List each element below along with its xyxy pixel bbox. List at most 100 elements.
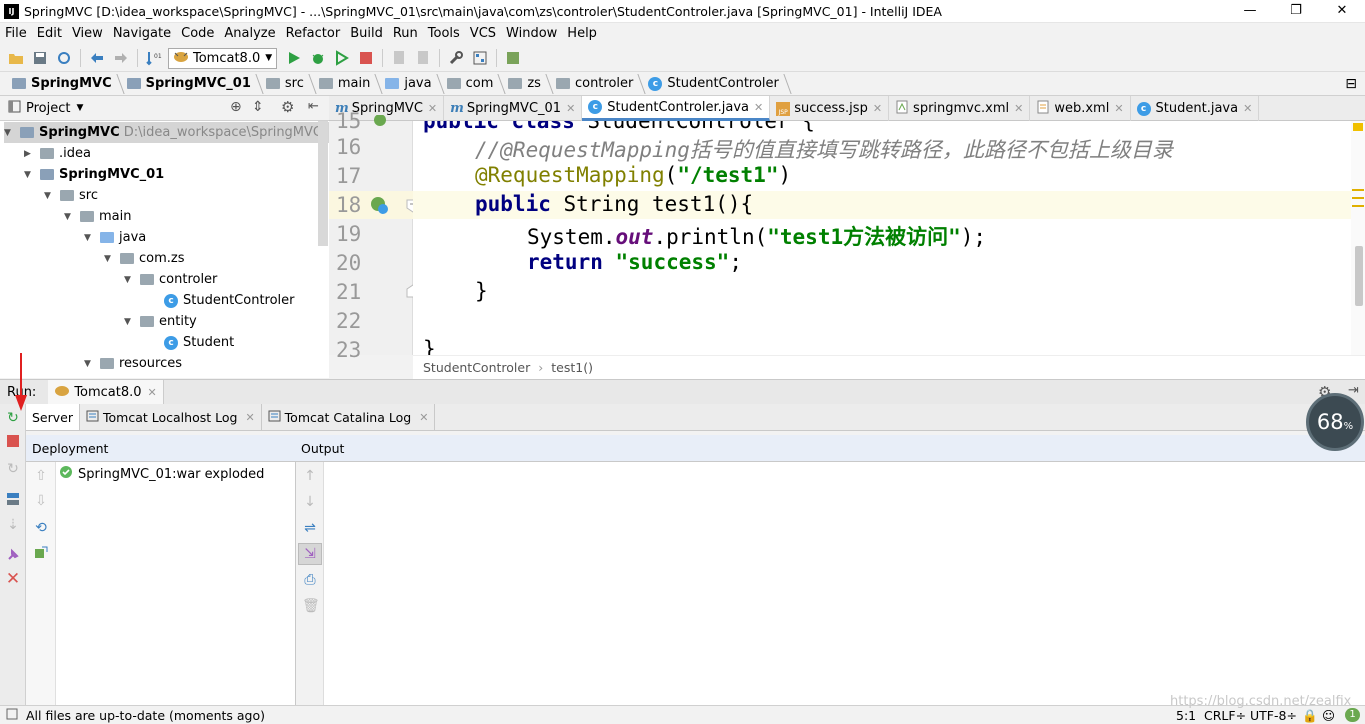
undeploy-icon[interactable]: ⇩	[33, 493, 49, 509]
tree-node-resources[interactable]: ▼ resources	[84, 353, 182, 374]
layout-toggle-icon[interactable]	[6, 708, 18, 723]
close-icon[interactable]: ✕	[428, 102, 437, 115]
locate-icon[interactable]: ⊕	[230, 99, 242, 115]
close-icon[interactable]: ✕	[1114, 102, 1123, 115]
up-arrow-icon[interactable]: ↑	[302, 468, 318, 484]
error-stripe-marker[interactable]	[1352, 205, 1364, 207]
breadcrumb-studentcontroler[interactable]: c StudentControler	[642, 72, 788, 96]
breadcrumb-main[interactable]: main	[313, 72, 379, 96]
update-application-icon[interactable]: ↻	[5, 461, 21, 477]
vcs-update-icon[interactable]	[390, 49, 408, 67]
breadcrumb-src[interactable]: src	[260, 72, 313, 96]
memory-indicator[interactable]: 68%	[1306, 393, 1364, 451]
tab-tomcat-catalina-log[interactable]: Tomcat Catalina Log ✕	[262, 404, 436, 430]
tab-run-tomcat[interactable]: Tomcat8.0 ✕	[48, 380, 164, 404]
maximize-button[interactable]: ❐	[1273, 0, 1319, 23]
vcs-commit-icon[interactable]	[414, 49, 432, 67]
breadcrumb-controler[interactable]: controler	[550, 72, 642, 96]
error-stripe-marker[interactable]	[1352, 189, 1364, 191]
tree-node-idea[interactable]: ▶ .idea	[24, 143, 91, 164]
open-folder-icon[interactable]	[7, 49, 25, 67]
stop-icon[interactable]	[357, 49, 375, 67]
warning-marker[interactable]	[1353, 123, 1363, 131]
breadcrumb-springmvc-01[interactable]: SpringMVC_01	[121, 72, 260, 96]
dump-threads-icon[interactable]: ⇣	[5, 517, 21, 533]
close-icon[interactable]: ✕	[566, 102, 575, 115]
debug-icon[interactable]	[309, 49, 327, 67]
sync-icon[interactable]	[55, 49, 73, 67]
soft-wrap-icon[interactable]: ⇌	[302, 520, 318, 536]
gear-icon[interactable]: ⚙	[281, 98, 294, 116]
deploy-icon[interactable]: ⇧	[33, 468, 49, 484]
pin-tab-icon[interactable]	[5, 548, 21, 564]
menu-code[interactable]: Code	[176, 23, 219, 45]
tab-student-java[interactable]: c Student.java ✕	[1131, 96, 1260, 121]
menu-vcs[interactable]: VCS	[465, 23, 501, 45]
tab-springmvc-01[interactable]: m SpringMVC_01 ✕	[444, 96, 583, 121]
scroll-thumb[interactable]	[1355, 246, 1363, 306]
collapse-all-icon[interactable]: ⇕	[252, 99, 264, 115]
menu-window[interactable]: Window	[501, 23, 562, 45]
breadcrumb-springmvc[interactable]: SpringMVC	[6, 72, 121, 96]
hide-panel-icon[interactable]: ⇤	[308, 99, 319, 114]
close-icon[interactable]: ✕	[148, 386, 157, 399]
project-structure-icon[interactable]	[471, 49, 489, 67]
tree-node-student[interactable]: c Student	[164, 332, 234, 353]
tree-node-com-zs[interactable]: ▼ com.zs	[104, 248, 185, 269]
save-all-icon[interactable]	[31, 49, 49, 67]
close-icon[interactable]: ✕	[754, 101, 763, 114]
sdk-icon[interactable]	[504, 49, 522, 67]
inspector-icon[interactable]: ☺	[1322, 708, 1335, 723]
close-icon[interactable]: ✕	[1243, 102, 1252, 115]
spring-request-mapping-icon[interactable]	[370, 196, 390, 220]
scroll-to-end-icon[interactable]: ⇲	[302, 546, 318, 562]
close-icon[interactable]: ✕	[1014, 102, 1023, 115]
tree-scrollbar[interactable]	[318, 121, 328, 246]
tree-node-src[interactable]: ▼ src	[44, 185, 98, 206]
stop-icon[interactable]	[5, 435, 21, 451]
layout-icon[interactable]	[5, 492, 21, 508]
tree-node-springmvc[interactable]: ▼ SpringMVC D:\idea_workspace\SpringMVC	[4, 122, 329, 143]
menu-help[interactable]: Help	[562, 23, 602, 45]
close-window-button[interactable]: ✕	[1319, 0, 1365, 23]
coverage-icon[interactable]	[333, 49, 351, 67]
chevron-down-icon[interactable]: ▼	[76, 103, 83, 113]
tree-node-controler[interactable]: ▼ controler	[124, 269, 217, 290]
spring-bean-icon[interactable]	[371, 114, 389, 133]
code-editor[interactable]: public class StudentControler { //@Reque…	[413, 121, 1351, 355]
settings-wrench-icon[interactable]	[447, 49, 465, 67]
breadcrumb-com[interactable]: com	[441, 72, 503, 96]
hide-panel-icon[interactable]: ⇥	[1348, 383, 1359, 398]
menu-analyze[interactable]: Analyze	[219, 23, 280, 45]
close-run-icon[interactable]: ✕	[5, 571, 21, 588]
deployment-item[interactable]: SpringMVC_01:war exploded	[59, 465, 264, 483]
breadcrumb-zs[interactable]: zs	[502, 72, 550, 96]
menu-build[interactable]: Build	[345, 23, 388, 45]
back-arrow-icon[interactable]	[88, 49, 106, 67]
refresh-icon[interactable]: ⟲	[33, 520, 49, 536]
hide-icon[interactable]: ⊟	[1345, 76, 1357, 92]
minimize-button[interactable]: —	[1227, 0, 1273, 23]
close-icon[interactable]: ✕	[419, 411, 428, 424]
trash-icon[interactable]: 🗑	[302, 598, 320, 614]
output-console[interactable]	[324, 462, 1365, 705]
tab-springmvc-xml[interactable]: springmvc.xml ✕	[889, 96, 1031, 121]
caret-position[interactable]: 5:1	[1176, 708, 1196, 723]
close-icon[interactable]: ✕	[873, 102, 882, 115]
file-encoding[interactable]: UTF-8÷	[1250, 708, 1297, 723]
project-view-selector[interactable]: Project	[26, 101, 70, 116]
menu-run[interactable]: Run	[388, 23, 423, 45]
line-separator[interactable]: CRLF÷	[1204, 708, 1246, 723]
build-project-icon[interactable]: 01	[145, 49, 163, 67]
breadcrumb-java[interactable]: java	[379, 72, 440, 96]
tree-node-main[interactable]: ▼ main	[64, 206, 131, 227]
menu-file[interactable]: File	[0, 23, 32, 45]
close-icon[interactable]: ✕	[245, 411, 254, 424]
tab-web-xml[interactable]: web.xml ✕	[1030, 96, 1131, 121]
down-arrow-icon[interactable]: ↓	[302, 494, 318, 510]
lock-icon[interactable]: 🔒	[1302, 708, 1318, 724]
run-configuration-dropdown[interactable]: Tomcat8.0 ▼	[168, 47, 278, 69]
editor-scrollbar[interactable]	[1351, 121, 1365, 355]
run-icon[interactable]	[285, 49, 303, 67]
tree-node-entity[interactable]: ▼ entity	[124, 311, 197, 332]
